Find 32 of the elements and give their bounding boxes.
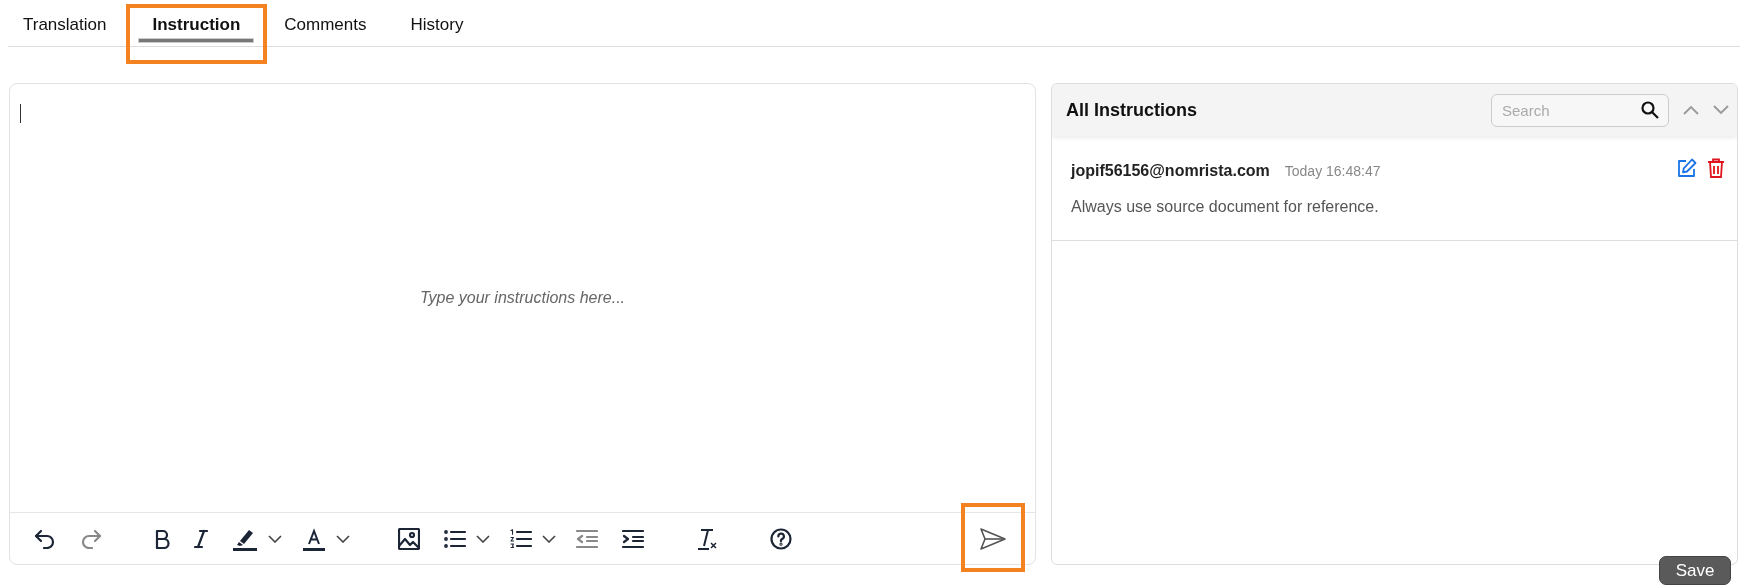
help-icon[interactable] [770,527,792,550]
bullet-list-icon[interactable] [444,528,466,549]
dropdown-caret-icon[interactable] [542,534,556,543]
author-email: jopif56156@nomrista.com [1071,162,1270,180]
dropdown-caret-icon[interactable] [476,534,490,543]
tab[interactable]: History [410,0,464,47]
bold-icon[interactable] [154,528,170,549]
edit-icon[interactable] [1677,158,1697,178]
italic-icon[interactable] [194,528,208,549]
chevron-down-icon[interactable] [1713,105,1729,115]
text-cursor [20,104,21,123]
send-icon[interactable] [979,526,1007,551]
chevron-up-icon[interactable] [1683,105,1699,115]
tab[interactable]: Comments [284,0,367,47]
tab[interactable]: Translation [23,0,107,47]
placeholder-text: Type your instructions here... [419,289,626,307]
instruction-text: Always use source document for reference. [1071,198,1380,216]
dropdown-caret-icon[interactable] [336,534,350,543]
image-icon[interactable] [398,527,420,550]
search-icon [1641,100,1659,119]
trash-icon[interactable] [1707,158,1725,178]
indent-icon[interactable] [622,528,644,549]
save-button[interactable]: Save [1659,556,1731,585]
clear-format-icon[interactable] [696,526,718,551]
tab[interactable]: Instruction [138,0,255,47]
dropdown-caret-icon[interactable] [268,534,282,543]
undo-icon[interactable] [34,528,56,549]
numbered-list-icon[interactable] [510,528,532,549]
timestamp: Today 16:48:47 [1284,163,1382,179]
panel-title: All Instructions [1066,99,1198,121]
search-field[interactable]: Search [1491,93,1669,127]
font-color-icon[interactable] [302,526,326,551]
